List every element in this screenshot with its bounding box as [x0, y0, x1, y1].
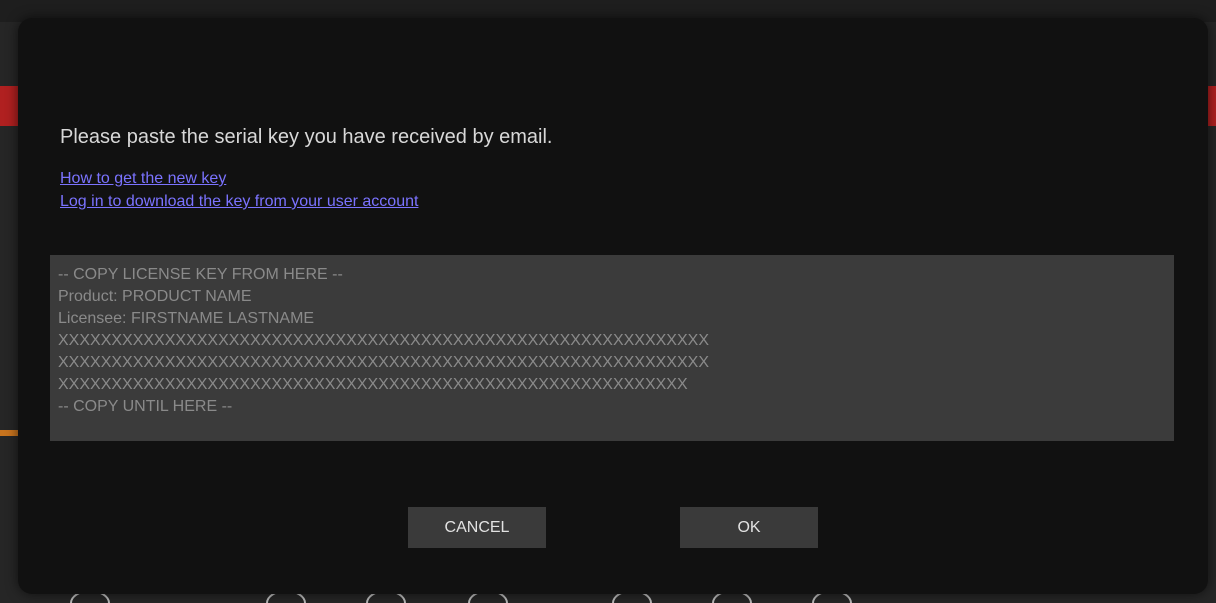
help-links: How to get the new key Log in to downloa…	[60, 170, 418, 211]
dialog-message: Please paste the serial key you have rec…	[60, 126, 553, 148]
background-orange-slider	[0, 430, 18, 436]
ok-button[interactable]: OK	[680, 507, 818, 548]
login-download-key-link[interactable]: Log in to download the key from your use…	[60, 193, 418, 211]
how-to-get-key-link[interactable]: How to get the new key	[60, 170, 418, 188]
cancel-button[interactable]: CANCEL	[408, 507, 546, 548]
license-key-input[interactable]: -- COPY LICENSE KEY FROM HERE -- Product…	[50, 255, 1174, 441]
license-key-dialog: Please paste the serial key you have rec…	[18, 18, 1208, 594]
